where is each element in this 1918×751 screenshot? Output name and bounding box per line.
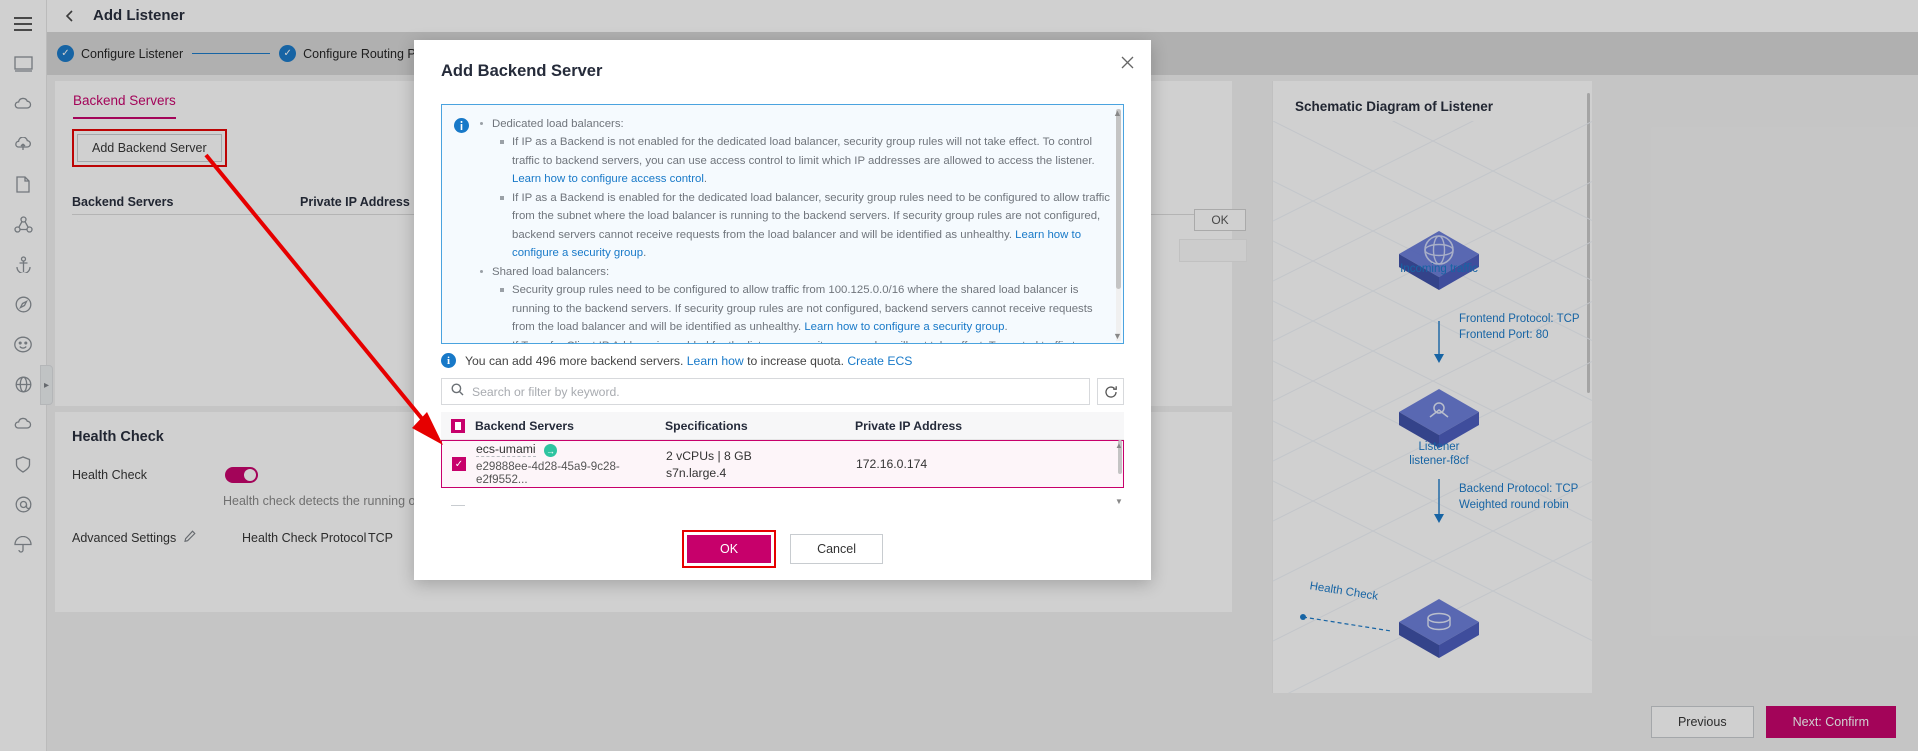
alert-item-1-period: . <box>704 173 707 185</box>
row-select-cell[interactable] <box>441 505 475 506</box>
search-icon <box>451 383 464 401</box>
row-private-ip-cell: 172.16.0.174 <box>856 457 1123 471</box>
scroll-down-arrow-icon[interactable]: ▼ <box>1112 330 1123 341</box>
quota-text-mid: to increase quota. <box>744 354 848 368</box>
row-specifications-cell: 2 vCPUs | 8 GB <box>665 505 855 506</box>
row-backend-server-cell: ecs-umami → e29888ee-4d28-45a9-9c28-e2f9… <box>476 442 666 487</box>
column-header-backend-servers: Backend Servers <box>475 419 665 433</box>
alert-item-2-period: . <box>643 247 646 259</box>
row-spec-line-1: 2 vCPUs | 8 GB <box>666 449 856 463</box>
alert-group-shared: Shared load balancers: Security group ru… <box>478 263 1117 344</box>
column-header-private-ip-address: Private IP Address <box>855 419 1124 433</box>
alert-item-1-text: If IP as a Backend is not enabled for th… <box>512 136 1095 166</box>
refresh-icon[interactable] <box>1097 378 1124 405</box>
info-icon <box>454 115 478 344</box>
row-server-name[interactable]: idfed-cce-80122-1cgbh <box>475 504 600 506</box>
alert-group-dedicated-heading: Dedicated load balancers: <box>492 118 624 130</box>
table-header-row: Backend Servers Specifications Private I… <box>441 412 1124 440</box>
alert-item-shared-2: If Transfer Client IP Address is enabled… <box>498 337 1117 344</box>
info-alert-text: Dedicated load balancers: If IP as a Bac… <box>478 115 1117 344</box>
alert-item-4-text: If Transfer Client IP Address is enabled… <box>512 340 1082 344</box>
open-in-new-icon[interactable]: → <box>544 444 557 457</box>
backend-server-selection-table: Backend Servers Specifications Private I… <box>441 412 1124 506</box>
link-learn-how[interactable]: Learn how <box>687 354 744 368</box>
row-spec-line-1: 2 vCPUs | 8 GB <box>665 505 855 506</box>
modal-footer: OK Cancel <box>414 518 1151 580</box>
cancel-button[interactable]: Cancel <box>790 534 883 564</box>
table-scroll-down-arrow-icon[interactable]: ▼ <box>1115 496 1123 506</box>
quota-info-line: i You can add 496 more backend servers. … <box>441 353 1124 368</box>
info-alert-box: Dedicated load balancers: If IP as a Bac… <box>441 104 1124 344</box>
screen-root: ▸ Add Listener ✓ Configure Listener ✓ Co… <box>0 0 1918 751</box>
quota-text: You can add 496 more backend servers. Le… <box>465 354 912 368</box>
table-row[interactable]: idfed-cce-80122-1cgbh → 2 vCPUs | 8 GB 1… <box>441 488 1124 506</box>
select-all-cell[interactable] <box>441 419 475 433</box>
alert-item-3-period: . <box>1004 321 1007 333</box>
info-alert-scrollbar[interactable] <box>1116 109 1121 341</box>
search-input[interactable] <box>472 385 1080 399</box>
scroll-up-arrow-icon[interactable]: ▲ <box>1112 107 1123 118</box>
select-all-checkbox[interactable] <box>451 419 465 433</box>
row-select-cell[interactable]: ✓ <box>442 457 476 471</box>
alert-group-shared-heading: Shared load balancers: <box>492 266 609 278</box>
row-spec-line-2: s7n.large.4 <box>666 466 856 480</box>
search-box[interactable] <box>441 378 1090 405</box>
alert-group-dedicated: Dedicated load balancers: If IP as a Bac… <box>478 115 1117 263</box>
ok-button-highlight: OK <box>682 530 776 568</box>
link-create-ecs[interactable]: Create ECS <box>847 354 912 368</box>
row-checkbox-checked[interactable]: ✓ <box>452 457 466 471</box>
info-alert-scroll-thumb[interactable] <box>1116 109 1121 289</box>
link-learn-configure-access-control-1[interactable]: Learn how to configure access control <box>512 173 704 185</box>
row-backend-server-cell: idfed-cce-80122-1cgbh → <box>475 504 665 506</box>
alert-item-shared-1: Security group rules need to be configur… <box>498 281 1117 336</box>
table-scroll-up-arrow-icon[interactable]: ▲ <box>1115 440 1123 450</box>
quota-text-before: You can add 496 more backend servers. <box>465 354 687 368</box>
table-row[interactable]: ✓ ecs-umami → e29888ee-4d28-45a9-9c28-e2… <box>441 440 1124 488</box>
alert-item-dedicated-2: If IP as a Backend is enabled for the de… <box>498 189 1117 263</box>
alert-item-dedicated-1: If IP as a Backend is not enabled for th… <box>498 133 1117 188</box>
row-specifications-cell: 2 vCPUs | 8 GB s7n.large.4 <box>666 449 856 480</box>
modal-title: Add Backend Server <box>441 62 602 81</box>
add-backend-server-modal: Add Backend Server Dedicated load balanc… <box>414 40 1151 580</box>
row-server-name[interactable]: ecs-umami <box>476 442 536 457</box>
row-checkbox-unchecked[interactable] <box>451 505 465 506</box>
link-learn-configure-security-group-2[interactable]: Learn how to configure a security group <box>804 321 1004 333</box>
info-icon-small: i <box>441 353 456 368</box>
row-server-id: e29888ee-4d28-45a9-9c28-e2f9552... <box>476 460 666 486</box>
column-header-specifications: Specifications <box>665 419 855 433</box>
ok-button[interactable]: OK <box>687 535 771 563</box>
search-row <box>441 378 1124 405</box>
close-icon[interactable] <box>1117 52 1137 72</box>
row-private-ip-cell: 172.16.0.46 <box>855 505 1124 506</box>
